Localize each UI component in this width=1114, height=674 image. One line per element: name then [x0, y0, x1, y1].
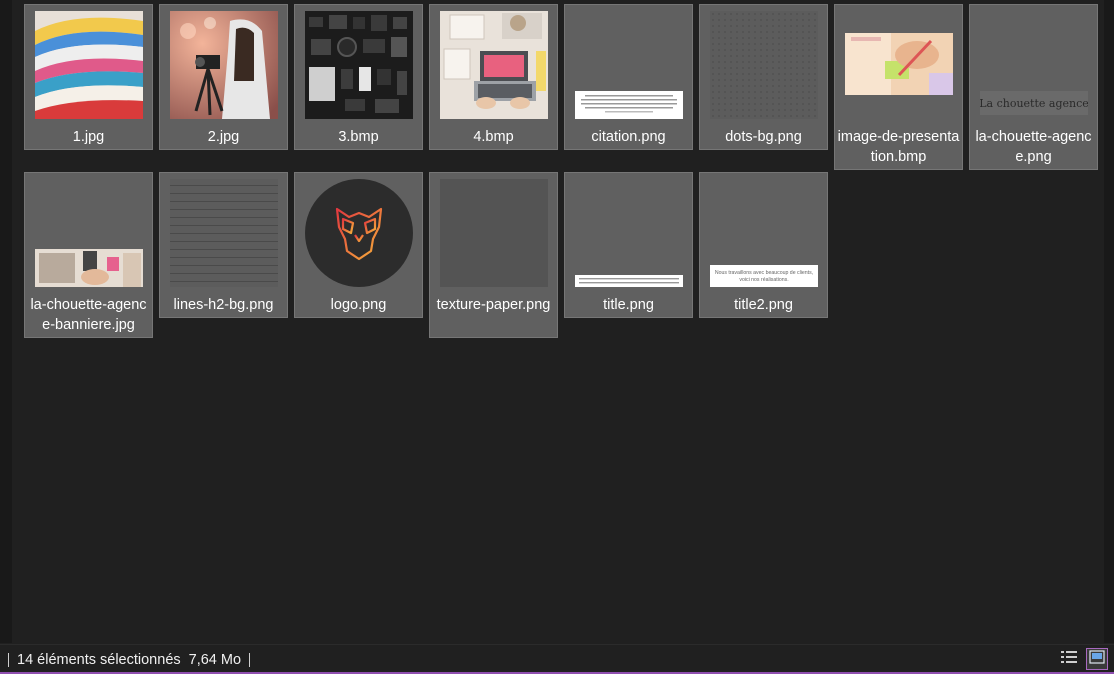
thumbnail-dots-bg [710, 11, 818, 119]
view-switcher [1058, 648, 1108, 670]
title2-thumb-line-2: voici nos réalisations. [739, 277, 788, 283]
file-item-texture-paper-png[interactable]: texture-paper.png [429, 172, 558, 338]
file-item-3-bmp[interactable]: 3.bmp [294, 4, 423, 150]
title2-thumb-line-1: Nous travaillons avec beaucoup de client… [715, 270, 813, 276]
details-view-icon [1061, 650, 1077, 668]
chouette-wordmark-text: La chouette agence [980, 97, 1088, 110]
file-item-lines-h2-bg-png[interactable]: lines-h2-bg.png [159, 172, 288, 318]
file-name: la-chouette-agence-banniere.jpg [30, 297, 147, 333]
thumbnail-photographer [170, 11, 278, 119]
thumbnail-lines-bg [170, 179, 278, 287]
thumbnail-gadgets [305, 11, 413, 119]
thumbnail-title [575, 179, 683, 287]
file-name: image-de-presentation.bmp [837, 129, 960, 165]
file-item-la-chouette-agence-png[interactable]: La chouette agence la-chouette-agence.pn… [969, 4, 1098, 170]
status-divider [249, 652, 251, 667]
left-pane-edge [0, 0, 12, 643]
thumbnail-banner [35, 179, 143, 287]
file-name: la-chouette-agence.png [975, 129, 1092, 165]
file-item-citation-png[interactable]: citation.png [564, 4, 693, 150]
status-divider [8, 652, 9, 667]
thumbnail-citation [575, 11, 683, 119]
status-bar: 14 éléments sélectionnés 7,64 Mo [0, 644, 1114, 674]
thumbnail-owl-logo [305, 179, 413, 287]
file-name: texture-paper.png [436, 297, 551, 313]
scrollbar-track[interactable] [1104, 0, 1114, 643]
file-item-image-de-presentation-bmp[interactable]: image-de-presentation.bmp [834, 4, 963, 170]
file-name: title2.png [734, 297, 793, 313]
thumbnail-chouette-wordmark: La chouette agence [980, 11, 1088, 119]
thumbnail-books [35, 11, 143, 119]
file-item-1-jpg[interactable]: 1.jpg [24, 4, 153, 150]
file-name: 3.bmp [338, 129, 379, 145]
details-view-button[interactable] [1058, 648, 1080, 670]
file-name: citation.png [591, 129, 666, 145]
file-item-title2-png[interactable]: Nous travaillons avec beaucoup de client… [699, 172, 828, 318]
file-name: lines-h2-bg.png [173, 297, 274, 313]
file-item-dots-bg-png[interactable]: dots-bg.png [699, 4, 828, 150]
file-item-4-bmp[interactable]: 4.bmp [429, 4, 558, 150]
large-icons-view-icon [1089, 650, 1105, 668]
thumbnail-texture-paper [440, 179, 548, 287]
file-grid: 1.jpg 2.jpg 3.bmp 4.bmp citation.png dot… [24, 4, 1104, 640]
file-item-2-jpg[interactable]: 2.jpg [159, 4, 288, 150]
file-item-la-chouette-agence-banniere-jpg[interactable]: la-chouette-agence-banniere.jpg [24, 172, 153, 338]
thumbnail-laptop-desk [440, 11, 548, 119]
file-name: dots-bg.png [725, 129, 802, 145]
file-name: logo.png [330, 297, 387, 313]
file-name: 1.jpg [72, 129, 105, 145]
thumbnail-title2: Nous travaillons avec beaucoup de client… [710, 179, 818, 287]
selection-count: 14 éléments sélectionnés [17, 651, 181, 668]
file-item-logo-png[interactable]: logo.png [294, 172, 423, 318]
file-item-title-png[interactable]: title.png [564, 172, 693, 318]
large-icons-view-button[interactable] [1086, 648, 1108, 670]
selection-size: 7,64 Mo [188, 651, 242, 668]
file-name: title.png [603, 297, 654, 313]
thumbnail-presentation-image [845, 11, 953, 119]
file-name: 2.jpg [207, 129, 240, 145]
file-name: 4.bmp [473, 129, 514, 145]
file-explorer-window: 1.jpg 2.jpg 3.bmp 4.bmp citation.png dot… [0, 0, 1114, 674]
